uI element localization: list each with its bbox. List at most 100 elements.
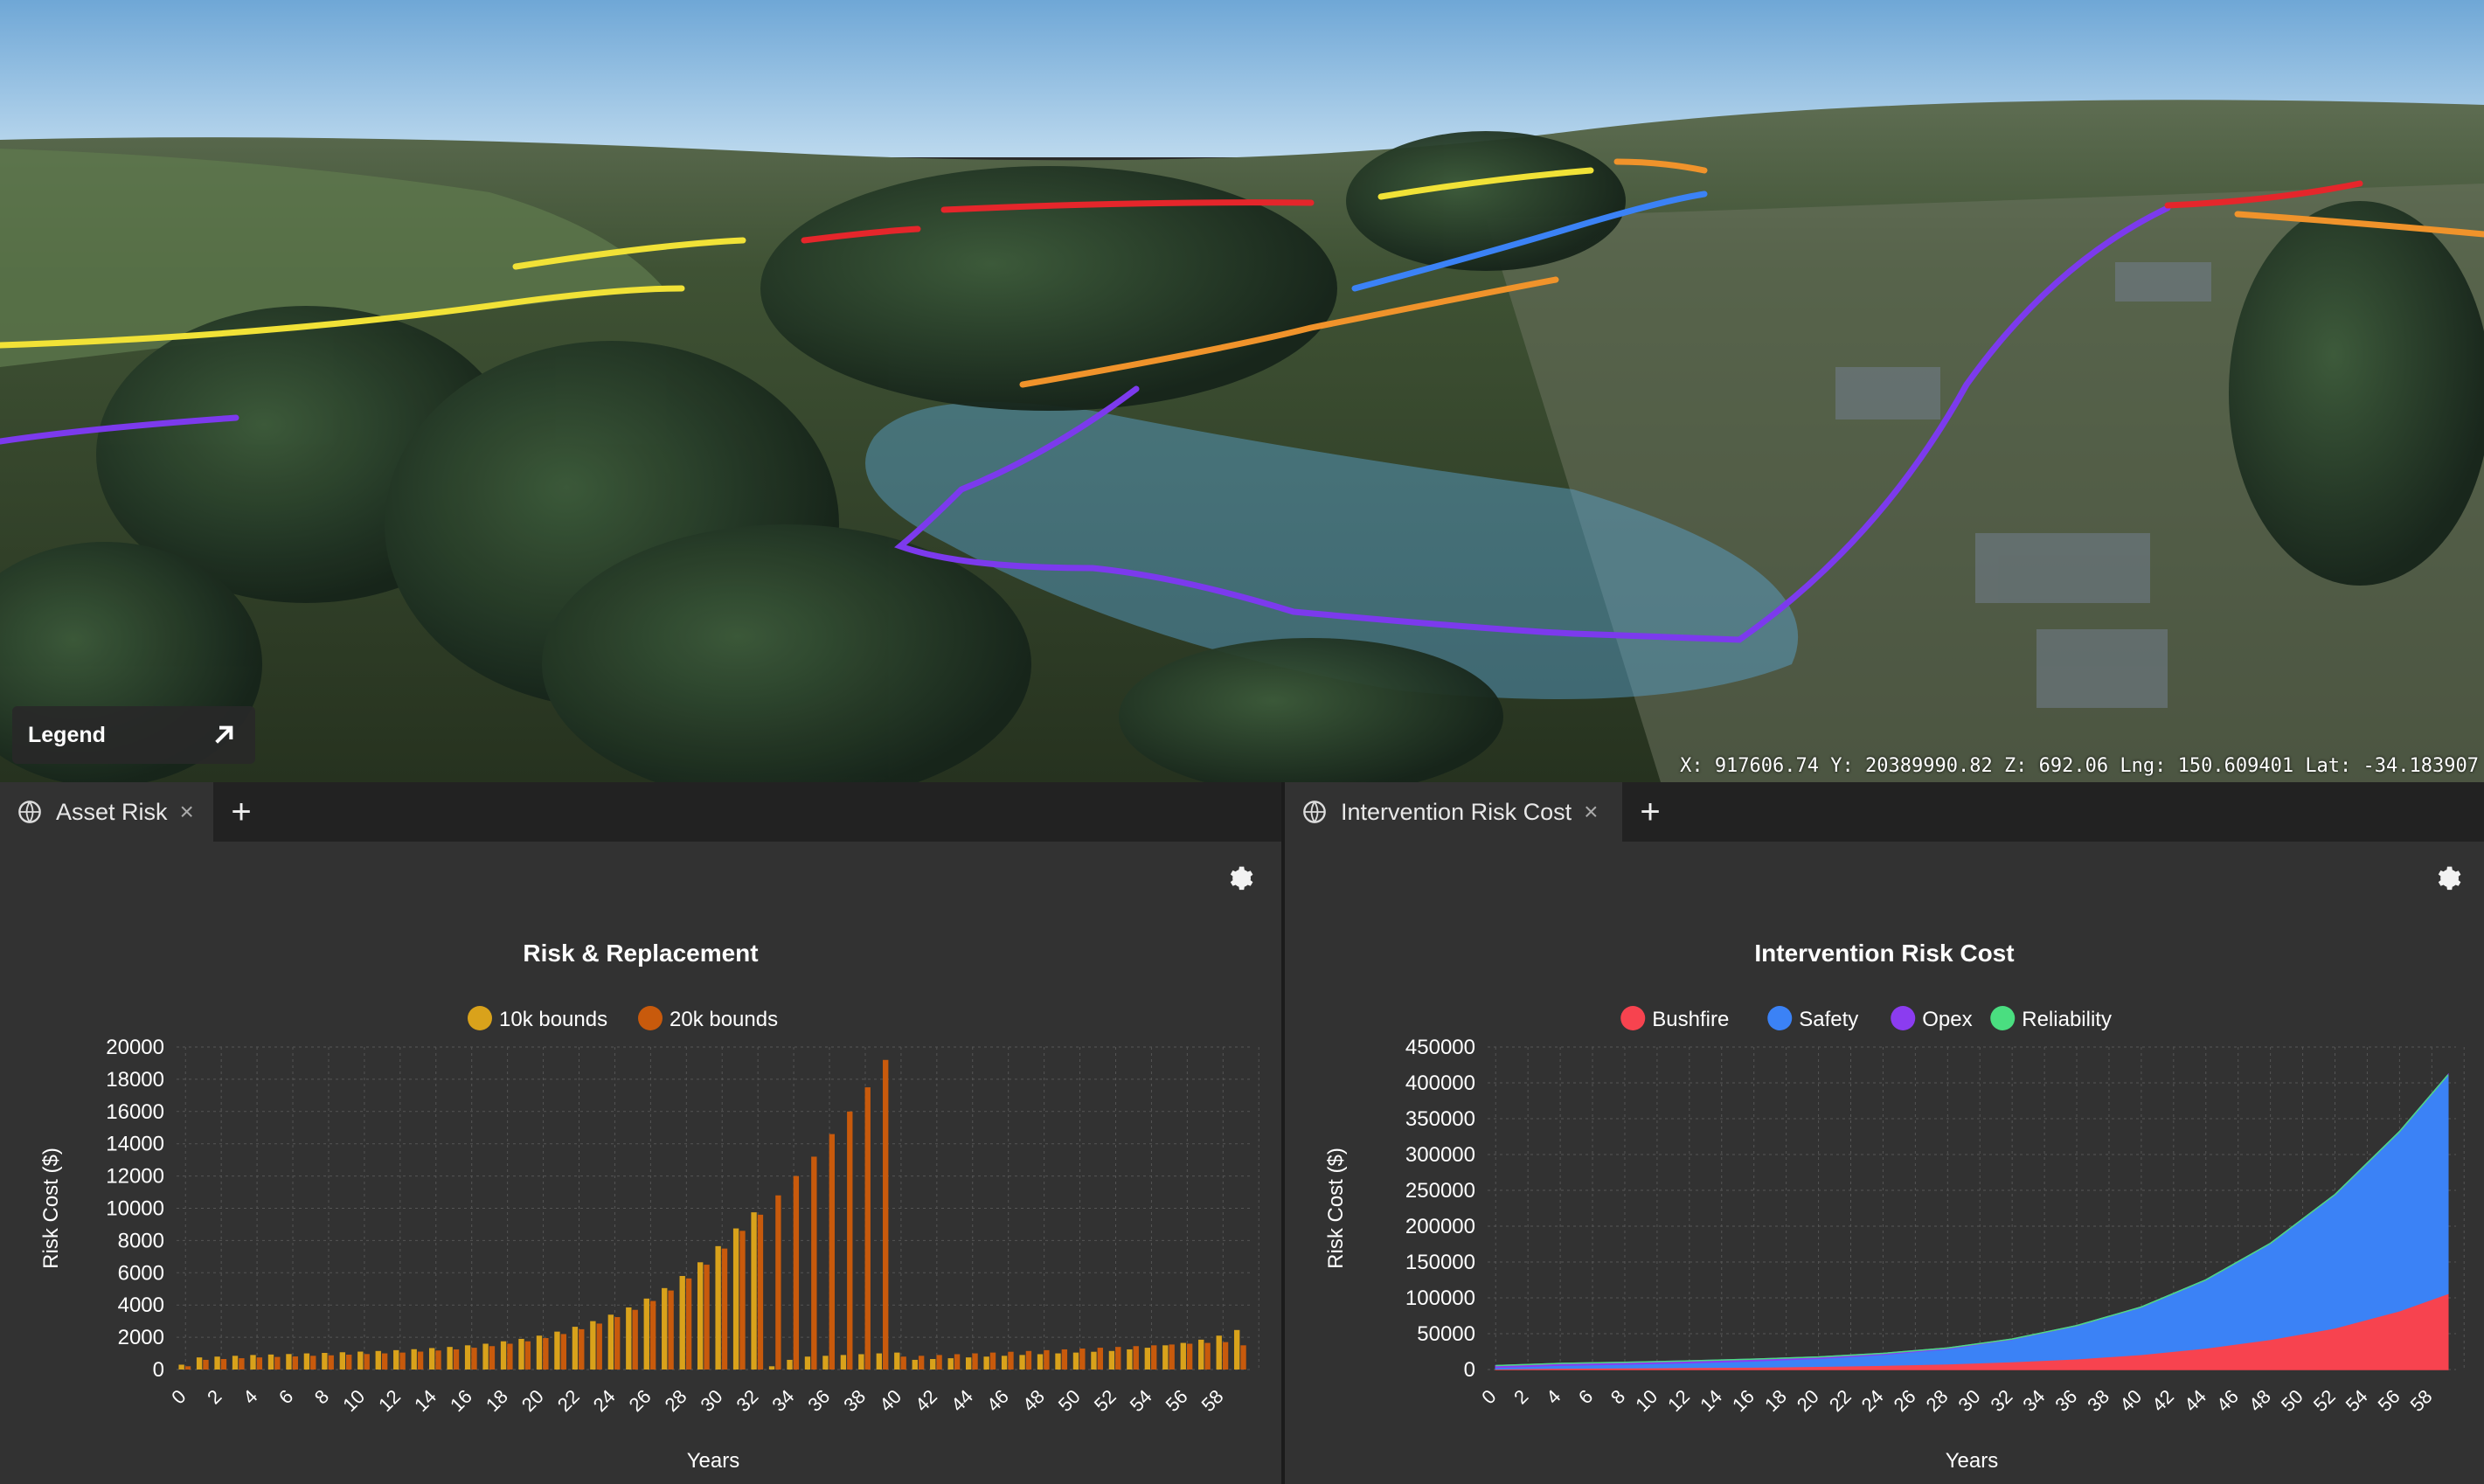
x-tick-label: 44: [2180, 1385, 2210, 1416]
bar: [930, 1359, 936, 1370]
x-tick-label: 2: [1509, 1385, 1532, 1408]
y-tick-label: 18000: [106, 1068, 164, 1092]
bar: [464, 1345, 471, 1370]
intervention-risk-cost-chart: 0 50000 100000 150000 200000 250000 300000 3500…: [1324, 1006, 2465, 1473]
x-axis-label: Years: [687, 1449, 740, 1473]
bar: [1115, 1347, 1121, 1370]
arrow-up-right-icon: [215, 725, 233, 744]
bar: [626, 1307, 632, 1370]
bar: [1008, 1351, 1014, 1370]
bar: [632, 1309, 638, 1370]
bar: [417, 1351, 424, 1370]
x-tick-label: 24: [589, 1385, 620, 1416]
y-tick-label: 100000: [1405, 1286, 1475, 1310]
bar: [829, 1134, 835, 1370]
bar: [203, 1359, 209, 1370]
bar: [518, 1338, 524, 1370]
x-tick-label: 34: [2018, 1385, 2049, 1416]
y-tick-label: 250000: [1405, 1179, 1475, 1203]
bar: [715, 1245, 721, 1370]
bar: [256, 1357, 263, 1370]
legend-label: Safety: [1799, 1008, 1858, 1031]
x-tick-label: 48: [1018, 1385, 1049, 1416]
x-tick-label: 58: [2406, 1385, 2437, 1416]
bar: [267, 1354, 274, 1370]
x-tick-label: 58: [1197, 1385, 1228, 1416]
legend-swatch: [1767, 1006, 1793, 1030]
asset-risk-panel: Asset Risk × + Risk & Replacement 0 2000 4…: [0, 782, 1281, 1484]
coordinate-readout: X: 917606.74 Y: 20389990.82 Z: 692.06 Ln…: [1680, 755, 2479, 777]
x-tick-label: 8: [310, 1385, 333, 1408]
x-tick-label: 0: [1477, 1385, 1500, 1408]
bar: [768, 1366, 775, 1370]
x-tick-label: 46: [982, 1385, 1013, 1416]
x-tick-label: 2: [203, 1385, 226, 1408]
intervention-risk-cost-panel: Intervention Risk Cost × + Intervention …: [1285, 782, 2484, 1484]
bar: [393, 1349, 399, 1370]
bar: [876, 1353, 883, 1370]
x-tick-label: 18: [1760, 1385, 1791, 1416]
y-tick-label: 300000: [1405, 1143, 1475, 1167]
bar: [649, 1300, 656, 1370]
bar: [972, 1353, 978, 1370]
bar: [579, 1328, 585, 1370]
bar: [757, 1214, 764, 1370]
terrain-scene[interactable]: [0, 0, 2484, 782]
legend-button[interactable]: Legend: [12, 706, 255, 764]
x-tick-label: 36: [2050, 1385, 2081, 1416]
x-tick-label: 32: [1986, 1385, 2016, 1416]
x-tick-label: 50: [2277, 1385, 2307, 1416]
x-tick-label: 52: [2309, 1385, 2340, 1416]
y-tick-label: 12000: [106, 1165, 164, 1189]
x-tick-label: 20: [1793, 1385, 1823, 1416]
x-tick-label: 46: [2212, 1385, 2243, 1416]
x-tick-label: 8: [1606, 1385, 1629, 1408]
bar: [1001, 1356, 1008, 1370]
bar: [739, 1231, 746, 1370]
x-axis-label: Years: [1946, 1449, 1999, 1473]
bar: [524, 1341, 531, 1370]
y-tick-label: 2000: [118, 1326, 164, 1349]
bar: [1144, 1348, 1151, 1370]
bar: [232, 1356, 239, 1370]
bar: [560, 1334, 566, 1370]
bar: [1216, 1335, 1222, 1370]
bar: [310, 1356, 316, 1370]
legend-swatch: [638, 1006, 663, 1030]
x-tick-label: 40: [875, 1385, 905, 1416]
map-view[interactable]: Legend X: 917606.74 Y: 20389990.82 Z: 69…: [0, 0, 2484, 782]
bar: [507, 1343, 513, 1370]
bar: [883, 1059, 889, 1370]
bar: [858, 1354, 864, 1370]
bar: [614, 1317, 621, 1370]
x-tick-label: 4: [1542, 1385, 1565, 1408]
x-tick-label: 4: [239, 1385, 261, 1408]
bar: [453, 1349, 460, 1370]
x-tick-label: 14: [410, 1385, 441, 1416]
bar: [912, 1359, 918, 1370]
x-tick-label: 28: [1922, 1385, 1953, 1416]
bar: [1204, 1342, 1211, 1370]
x-tick-label: 18: [482, 1385, 512, 1416]
x-tick-label: 22: [553, 1385, 584, 1416]
x-tick-label: 54: [2342, 1385, 2372, 1416]
legend-label: 20k bounds: [670, 1008, 778, 1031]
bar: [822, 1356, 829, 1370]
bar: [364, 1354, 370, 1370]
bar: [900, 1356, 906, 1370]
bar: [328, 1355, 334, 1370]
bar: [1061, 1349, 1068, 1370]
x-tick-label: 12: [1663, 1385, 1694, 1416]
y-tick-label: 14000: [106, 1133, 164, 1156]
bar: [643, 1298, 649, 1370]
bar: [1198, 1339, 1204, 1370]
x-tick-label: 10: [338, 1385, 369, 1416]
bar: [411, 1349, 417, 1370]
bar: [965, 1357, 972, 1370]
bar: [811, 1156, 817, 1370]
bar: [471, 1348, 477, 1370]
x-tick-label: 42: [2147, 1385, 2178, 1416]
bar: [894, 1352, 900, 1370]
bar: [787, 1359, 793, 1370]
bar: [947, 1358, 954, 1370]
